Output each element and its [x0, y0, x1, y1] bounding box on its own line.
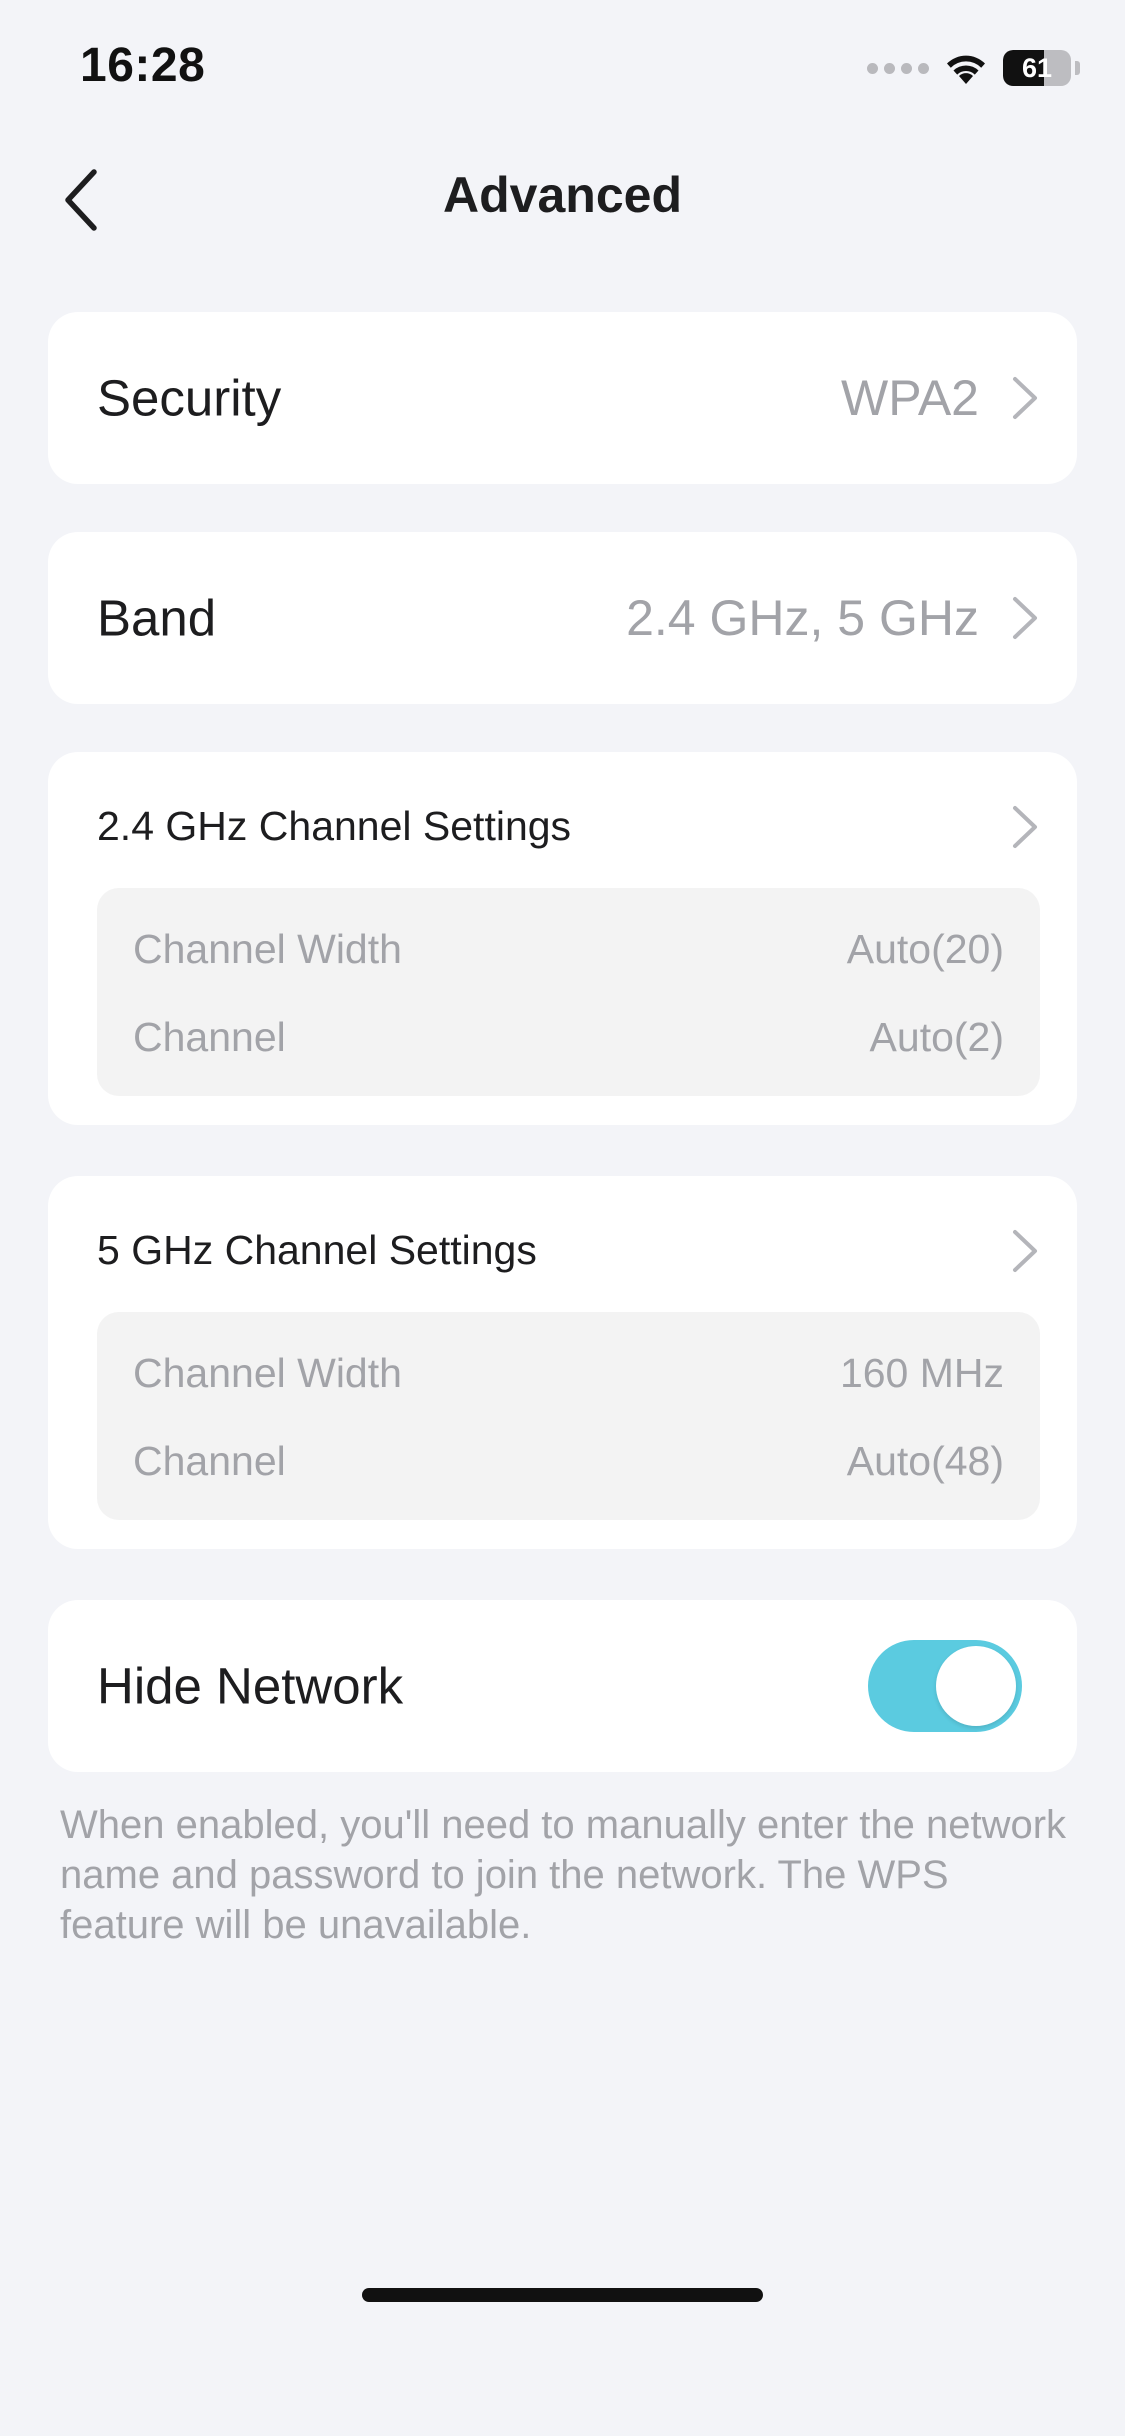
channel-value: Auto(2)	[869, 1014, 1004, 1060]
band-row[interactable]: Band 2.4 GHz, 5 GHz	[48, 532, 1077, 704]
status-time: 16:28	[80, 39, 206, 92]
hide-network-toggle[interactable]	[868, 1640, 1022, 1732]
toggle-knob	[936, 1646, 1016, 1726]
channel-settings-24ghz-title: 2.4 GHz Channel Settings	[97, 803, 572, 849]
channel-width-row: Channel Width Auto(20)	[133, 926, 1004, 973]
battery-level: 61	[1021, 52, 1053, 83]
channel-settings-5ghz-title: 5 GHz Channel Settings	[97, 1227, 537, 1273]
channel-width-label: Channel Width	[133, 1350, 402, 1396]
chevron-right-icon	[1013, 1230, 1037, 1272]
hide-network-description: When enabled, you'll need to manually en…	[60, 1803, 1067, 1947]
status-bar: 16:28 61	[0, 0, 1125, 140]
channel-details-24ghz: Channel Width Auto(20) Channel Auto(2)	[97, 888, 1040, 1096]
channel-value: Auto(48)	[846, 1438, 1004, 1484]
security-value: WPA2	[841, 370, 979, 426]
channel-row: Channel Auto(2)	[133, 1014, 1004, 1061]
channel-details-5ghz: Channel Width 160 MHz Channel Auto(48)	[97, 1312, 1040, 1520]
security-label: Security	[97, 369, 282, 427]
security-row[interactable]: Security WPA2	[48, 312, 1077, 484]
wifi-icon	[947, 55, 985, 84]
hide-network-label: Hide Network	[97, 1657, 404, 1715]
channel-settings-24ghz-card[interactable]: 2.4 GHz Channel Settings Channel Width A…	[48, 752, 1077, 1125]
channel-width-label: Channel Width	[133, 926, 402, 972]
battery-nub	[1075, 61, 1080, 75]
chevron-right-icon	[1013, 597, 1037, 639]
channel-width-value: 160 MHz	[839, 1350, 1004, 1396]
channel-width-value: Auto(20)	[846, 926, 1004, 972]
channel-label: Channel	[133, 1014, 286, 1060]
battery-icon: 61	[1003, 50, 1071, 86]
status-icons: 61	[867, 48, 1080, 88]
channel-settings-5ghz-card[interactable]: 5 GHz Channel Settings Channel Width 160…	[48, 1176, 1077, 1549]
page-title: Advanced	[443, 167, 682, 223]
channel-row: Channel Auto(48)	[133, 1438, 1004, 1485]
band-value: 2.4 GHz, 5 GHz	[626, 590, 979, 646]
hide-network-row: Hide Network	[48, 1600, 1077, 1772]
channel-width-row: Channel Width 160 MHz	[133, 1350, 1004, 1397]
home-indicator[interactable]	[362, 2288, 763, 2302]
chevron-right-icon	[1013, 377, 1037, 419]
channel-label: Channel	[133, 1438, 286, 1484]
chevron-right-icon	[1013, 806, 1037, 848]
cellular-signal-icon	[867, 62, 929, 74]
band-label: Band	[97, 589, 217, 647]
